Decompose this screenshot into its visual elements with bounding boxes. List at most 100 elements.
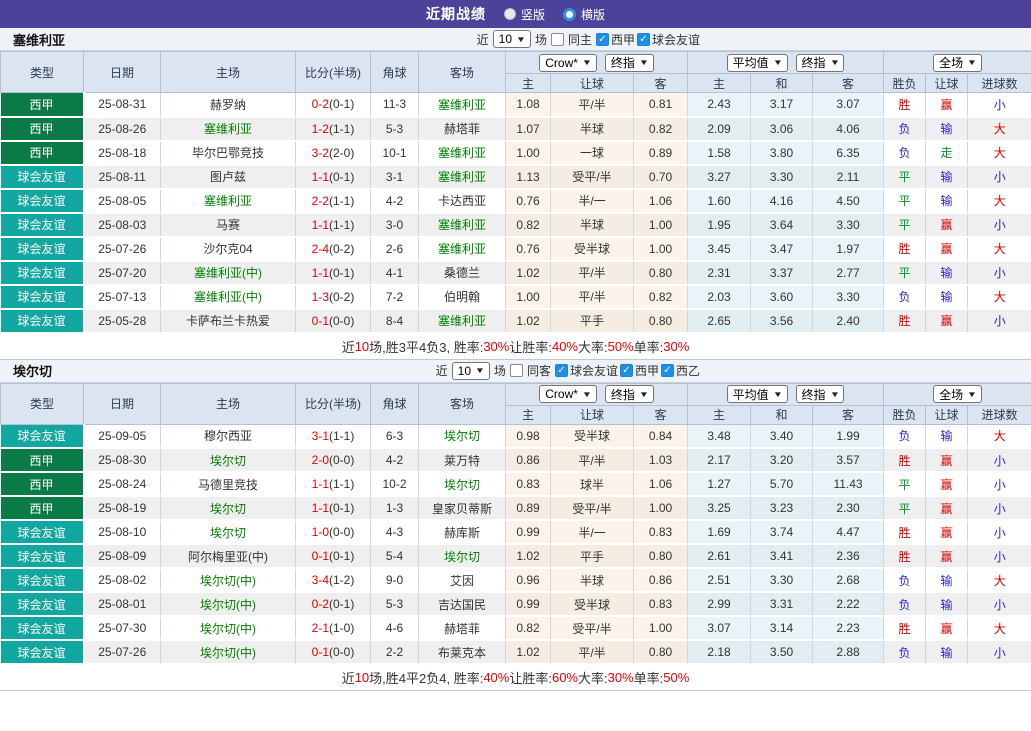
result-goals-over-under: 大 bbox=[968, 616, 1031, 640]
result-win-draw-lose: 平 bbox=[884, 165, 926, 189]
avg-odds-home: 2.43 bbox=[688, 93, 751, 117]
near-label: 近 bbox=[477, 31, 489, 48]
league-type-badge: 球会友谊 bbox=[1, 309, 84, 333]
handicap-line: 球半 bbox=[551, 472, 634, 496]
scope-select[interactable]: 全场▼ bbox=[933, 54, 982, 72]
score-cell: 3-4(1-2) bbox=[296, 568, 371, 592]
match-date: 25-09-05 bbox=[84, 424, 161, 448]
league-type-badge: 球会友谊 bbox=[1, 237, 84, 261]
corners-cell: 5-3 bbox=[371, 117, 419, 141]
same-venue-checkbox[interactable] bbox=[551, 33, 564, 46]
fulltime-score: 1-0 bbox=[312, 525, 329, 539]
avg-odds-away: 2.30 bbox=[813, 496, 884, 520]
handicap-odds-away: 1.00 bbox=[634, 616, 688, 640]
games-count-select[interactable]: 10▼ bbox=[493, 30, 531, 48]
handicap-line: 半/一 bbox=[551, 189, 634, 213]
fulltime-score: 1-1 bbox=[312, 477, 329, 491]
chevron-down-icon: ▼ bbox=[582, 390, 592, 399]
handicap-line: 平/半 bbox=[551, 640, 634, 664]
handicap-odds-home: 0.96 bbox=[506, 568, 551, 592]
avg-odds-away: 4.47 bbox=[813, 520, 884, 544]
handicap-line: 平/半 bbox=[551, 285, 634, 309]
handicap-line: 平/半 bbox=[551, 93, 634, 117]
result-win-draw-lose: 胜 bbox=[884, 237, 926, 261]
result-win-draw-lose: 负 bbox=[884, 424, 926, 448]
halftime-score: (1-1) bbox=[329, 429, 354, 443]
league-filter-checkbox[interactable]: ✓ bbox=[661, 364, 674, 377]
match-date: 25-07-26 bbox=[84, 640, 161, 664]
away-team: 塞维利亚 bbox=[419, 309, 506, 333]
result-win-draw-lose: 负 bbox=[884, 141, 926, 165]
chevron-down-icon: ▼ bbox=[475, 366, 485, 375]
handicap-odds-home: 1.00 bbox=[506, 141, 551, 165]
avg-stage-select[interactable]: 终指▼ bbox=[796, 54, 845, 72]
score-cell: 3-2(2-0) bbox=[296, 141, 371, 165]
score-cell: 1-1(1-1) bbox=[296, 213, 371, 237]
match-date: 25-05-28 bbox=[84, 309, 161, 333]
away-team: 赫库斯 bbox=[419, 520, 506, 544]
match-date: 25-07-13 bbox=[84, 285, 161, 309]
result-win-draw-lose: 平 bbox=[884, 189, 926, 213]
result-win-draw-lose: 胜 bbox=[884, 544, 926, 568]
games-count-select[interactable]: 10▼ bbox=[452, 362, 490, 380]
match-date: 25-07-30 bbox=[84, 616, 161, 640]
col-score: 比分(半场) bbox=[296, 52, 371, 93]
layout-option-horizontal[interactable]: 横版 bbox=[563, 6, 605, 23]
avg-odds-draw: 3.31 bbox=[751, 592, 813, 616]
avg-source-select[interactable]: 平均值▼ bbox=[727, 54, 788, 72]
horizontal-layout-radio[interactable] bbox=[563, 8, 576, 21]
score-cell: 1-2(1-1) bbox=[296, 117, 371, 141]
summary-text: 40% bbox=[483, 670, 509, 685]
result-handicap: 输 bbox=[926, 568, 968, 592]
handicap-odds-away: 0.80 bbox=[634, 261, 688, 285]
result-win-draw-lose: 胜 bbox=[884, 616, 926, 640]
result-goals-over-under: 小 bbox=[968, 520, 1031, 544]
same-venue-checkbox[interactable] bbox=[510, 364, 523, 377]
handicap-odds-away: 0.80 bbox=[634, 544, 688, 568]
result-win-draw-lose: 平 bbox=[884, 261, 926, 285]
avg-odds-home: 1.27 bbox=[688, 472, 751, 496]
col-avg-draw: 和 bbox=[751, 74, 813, 93]
odds-source-select[interactable]: Crow*▼ bbox=[539, 54, 597, 72]
scope-select[interactable]: 全场▼ bbox=[933, 385, 982, 403]
chevron-down-icon: ▼ bbox=[829, 58, 839, 67]
away-team: 埃尔切 bbox=[419, 472, 506, 496]
home-team: 塞维利亚(中) bbox=[161, 285, 296, 309]
home-team: 塞维利亚 bbox=[161, 189, 296, 213]
vertical-layout-radio[interactable] bbox=[504, 8, 516, 20]
fulltime-score: 2-1 bbox=[312, 621, 329, 635]
fulltime-score: 2-0 bbox=[312, 453, 329, 467]
league-filter-checkbox[interactable]: ✓ bbox=[596, 33, 609, 46]
match-date: 25-08-01 bbox=[84, 592, 161, 616]
avg-source-select[interactable]: 平均值▼ bbox=[727, 385, 788, 403]
handicap-odds-away: 0.81 bbox=[634, 93, 688, 117]
handicap-odds-home: 1.02 bbox=[506, 261, 551, 285]
league-filter-checkbox[interactable]: ✓ bbox=[620, 364, 633, 377]
handicap-odds-away: 1.00 bbox=[634, 213, 688, 237]
summary-text: 让胜率: bbox=[509, 668, 552, 687]
summary-text: 50% bbox=[663, 670, 689, 685]
home-team: 塞维利亚(中) bbox=[161, 261, 296, 285]
odds-stage-select[interactable]: 终指▼ bbox=[605, 54, 654, 72]
handicap-line: 受半球 bbox=[551, 424, 634, 448]
result-goals-over-under: 大 bbox=[968, 424, 1031, 448]
avg-stage-select[interactable]: 终指▼ bbox=[796, 385, 845, 403]
avg-odds-draw: 3.56 bbox=[751, 309, 813, 333]
result-goals-over-under: 小 bbox=[968, 165, 1031, 189]
odds-source-select[interactable]: Crow*▼ bbox=[539, 385, 597, 403]
col-home: 主场 bbox=[161, 52, 296, 93]
league-filter-checkbox[interactable]: ✓ bbox=[637, 33, 650, 46]
halftime-score: (0-1) bbox=[329, 97, 354, 111]
match-row: 球会友谊 25-08-10 埃尔切 1-0(0-0) 4-3 赫库斯 0.99 … bbox=[1, 520, 1031, 544]
away-team: 埃尔切 bbox=[419, 544, 506, 568]
fulltime-score: 1-1 bbox=[312, 266, 329, 280]
halftime-score: (1-1) bbox=[329, 122, 354, 136]
score-cell: 2-2(1-1) bbox=[296, 189, 371, 213]
avg-odds-home: 1.95 bbox=[688, 213, 751, 237]
avg-odds-away: 2.77 bbox=[813, 261, 884, 285]
league-filter-checkbox[interactable]: ✓ bbox=[555, 364, 568, 377]
match-date: 25-08-30 bbox=[84, 448, 161, 472]
odds-stage-select[interactable]: 终指▼ bbox=[605, 385, 654, 403]
layout-option-vertical[interactable]: 竖版 bbox=[504, 6, 545, 23]
match-row: 球会友谊 25-08-01 埃尔切(中) 0-2(0-1) 5-3 吉达国民 0… bbox=[1, 592, 1031, 616]
